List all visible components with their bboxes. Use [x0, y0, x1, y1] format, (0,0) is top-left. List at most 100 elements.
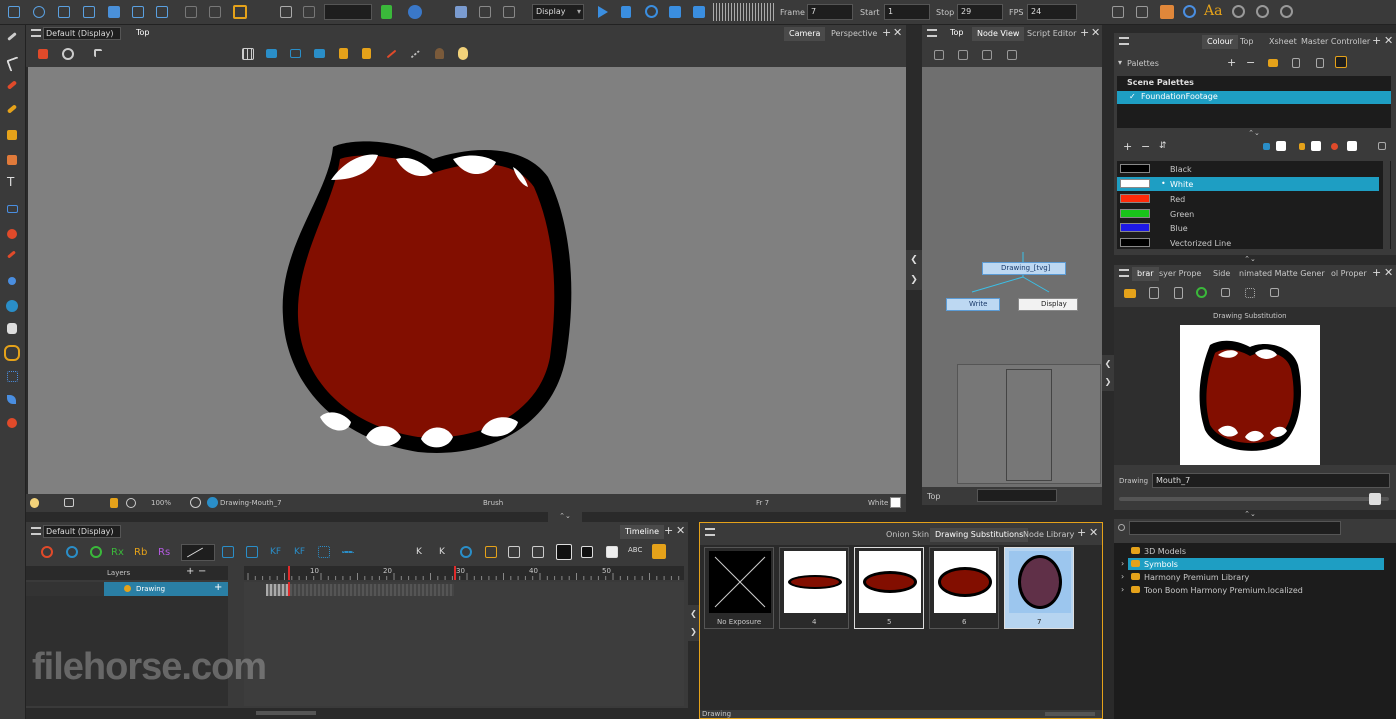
display-dropdown[interactable]: Display ▾ — [532, 4, 584, 20]
gear-alt-icon[interactable] — [1256, 5, 1269, 18]
remove-colour-icon[interactable]: − — [1141, 140, 1150, 153]
timeline-tool-14-icon[interactable] — [606, 546, 618, 558]
cutter-tool-icon[interactable] — [156, 6, 168, 18]
swatch-scrollbar[interactable] — [1383, 161, 1390, 249]
view-dropdown[interactable]: Default (Display) — [43, 27, 121, 40]
timeline-tool-13-icon[interactable] — [581, 546, 593, 558]
layer-row-drawing[interactable]: Drawing + — [26, 582, 228, 596]
lightbulb-icon[interactable] — [458, 47, 468, 60]
subs-close-icon[interactable]: ✕ — [1089, 526, 1098, 539]
node-menu-icon[interactable] — [927, 29, 937, 37]
expand-arrow-icon[interactable]: › — [1121, 559, 1124, 568]
timeline-tool-12-icon[interactable] — [556, 544, 572, 560]
preview-thumbnail[interactable] — [1180, 325, 1320, 465]
play-button[interactable] — [598, 6, 608, 18]
stop-field[interactable]: 29 — [957, 4, 1003, 20]
hand-tool-icon[interactable] — [7, 323, 17, 334]
select-tool-icon[interactable] — [8, 6, 20, 18]
tab-camera[interactable]: Camera — [784, 27, 826, 41]
settings-gear-icon[interactable] — [62, 48, 74, 60]
current-colour-swatch[interactable] — [890, 497, 901, 508]
subs-size-slider[interactable] — [1045, 712, 1095, 716]
library-search-icon[interactable] — [1118, 524, 1125, 531]
contour-tool-icon[interactable] — [83, 6, 95, 18]
hierarchy-icon[interactable] — [1270, 288, 1279, 297]
ink-tool-icon[interactable] — [7, 418, 17, 428]
library-menu-icon[interactable] — [1119, 269, 1129, 277]
deform-icon[interactable] — [1136, 6, 1148, 18]
pencil-edit-icon[interactable] — [132, 6, 144, 18]
paint-bucket-icon[interactable] — [108, 6, 120, 18]
palettes-chevron-icon[interactable]: ▾ — [1118, 58, 1122, 67]
pencil-tool-icon[interactable] — [7, 32, 17, 41]
substitution-cell-6[interactable]: 6 — [929, 547, 999, 629]
camera-canvas[interactable] — [28, 67, 906, 494]
refresh-icon[interactable] — [1196, 287, 1207, 298]
loop-icon[interactable] — [645, 5, 658, 18]
frame-icon[interactable] — [64, 498, 74, 507]
transform-tool-icon[interactable] — [33, 6, 45, 18]
swatch-row[interactable]: Green — [1117, 207, 1379, 221]
line-style-dropdown[interactable] — [181, 544, 215, 561]
timeline-k2-icon[interactable]: K — [439, 547, 445, 557]
expand-arrow-icon[interactable]: › — [1121, 585, 1124, 594]
swatch-row[interactable]: Black — [1117, 162, 1379, 176]
drawing-slider-handle[interactable] — [1369, 493, 1381, 505]
dropper-tool-icon[interactable] — [7, 250, 16, 259]
timeline-view-dropdown[interactable]: Default (Display) — [43, 525, 121, 538]
text-tool-icon[interactable]: Aa — [1204, 3, 1222, 19]
open-folder-icon[interactable] — [1124, 289, 1136, 298]
swatch-row[interactable]: Blue — [1117, 221, 1379, 235]
grid-icon[interactable] — [242, 48, 254, 60]
function-icon[interactable] — [1112, 6, 1124, 18]
timeline-tool-5-icon[interactable] — [246, 546, 258, 558]
text-tool-icon-left[interactable]: T — [7, 175, 14, 189]
expand-arrow-icon[interactable]: › — [1121, 572, 1124, 581]
palette-down-icon[interactable] — [1316, 58, 1324, 68]
start-field[interactable]: 1 — [884, 4, 930, 20]
node-display[interactable]: Display — [1018, 298, 1078, 311]
colour-close-icon[interactable]: ✕ — [1384, 34, 1393, 47]
timeline-tool-6-icon[interactable] — [318, 546, 330, 558]
tab-master-controller[interactable]: Master Controller — [1296, 35, 1375, 49]
timeline-tool-1-icon[interactable] — [41, 546, 53, 558]
swatch-row[interactable]: • White — [1117, 177, 1379, 191]
pivot-tool-icon[interactable] — [8, 277, 16, 285]
rb-icon[interactable]: Rb — [134, 547, 147, 558]
palette-splitter[interactable]: ⌃⌄ — [1234, 129, 1274, 138]
drawing-field[interactable]: Mouth_7 — [1152, 473, 1390, 488]
node-close-icon[interactable]: ✕ — [1091, 26, 1100, 39]
timeline-tool-10-icon[interactable] — [508, 546, 520, 558]
ink-bottle-icon[interactable] — [435, 48, 444, 59]
tree-item-3d-models[interactable]: 3D Models — [1114, 545, 1384, 557]
add-palette-icon[interactable]: + — [1227, 56, 1236, 69]
kf-add-icon[interactable]: KF — [270, 547, 281, 557]
colour-splitter[interactable]: ⌃⌄ — [1230, 255, 1270, 264]
layers-alt-icon[interactable] — [479, 6, 491, 18]
onion-skin-icon[interactable] — [408, 5, 422, 19]
tab-node-view[interactable]: Node View — [972, 27, 1025, 41]
subs-add-tab-icon[interactable]: + — [1077, 526, 1086, 539]
exposure-cells[interactable] — [266, 584, 288, 596]
colour-pencil-icon[interactable] — [1299, 143, 1305, 150]
tab-colour[interactable]: Colour — [1202, 35, 1238, 49]
feather-tool-icon[interactable] — [7, 395, 16, 404]
colour-options-icon[interactable]: ⇵ — [1159, 141, 1167, 151]
node-add-tab-icon[interactable]: + — [1080, 26, 1089, 39]
tab-layer-properties[interactable]: syer Prope — [1154, 267, 1206, 281]
substitution-cell-7[interactable]: 7 — [1004, 547, 1074, 629]
timeline-tool-7-icon[interactable] — [342, 551, 354, 553]
abc-icon[interactable]: ABC — [628, 546, 642, 554]
library-splitter[interactable]: ⌃⌄ — [1230, 510, 1270, 519]
zoom-slider[interactable] — [256, 711, 316, 715]
node-tool-3-icon[interactable] — [982, 50, 992, 60]
timeline-tool-4-icon[interactable] — [222, 546, 234, 558]
layer-icon[interactable] — [303, 6, 315, 18]
pen-tool-icon[interactable] — [6, 104, 18, 114]
timeline-close-icon[interactable]: ✕ — [676, 524, 685, 537]
node-tool-2-icon[interactable] — [958, 50, 968, 60]
stamp-tool-icon[interactable] — [7, 130, 17, 140]
swatch-row[interactable]: Vectorized Line — [1117, 236, 1379, 249]
align-icon[interactable] — [314, 49, 325, 58]
rectangle-tool-icon[interactable] — [7, 205, 18, 213]
